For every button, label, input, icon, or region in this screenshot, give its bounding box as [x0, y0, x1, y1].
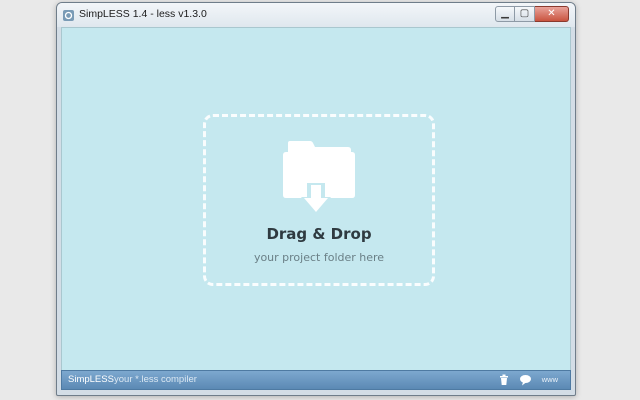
close-icon: ✕ — [547, 8, 556, 19]
status-app-name: SimpLESS — [68, 374, 114, 385]
status-bar: SimpLESS your *.less compiler www — [61, 370, 571, 390]
app-logo-icon — [63, 10, 74, 21]
maximize-button[interactable]: ▢ — [515, 6, 535, 22]
trash-icon[interactable] — [499, 374, 509, 386]
window-controls: ▁ ▢ ✕ — [495, 6, 569, 23]
app-window: SimpLESS 1.4 - less v1.3.0 ▁ ▢ ✕ Drag & … — [56, 2, 576, 396]
main-content: Drag & Drop your project folder here — [61, 27, 571, 371]
maximize-icon: ▢ — [519, 8, 530, 19]
minimize-icon: ▁ — [501, 8, 509, 19]
window-title: SimpLESS 1.4 - less v1.3.0 — [79, 8, 207, 20]
title-bar[interactable]: SimpLESS 1.4 - less v1.3.0 ▁ ▢ ✕ — [57, 3, 575, 27]
drop-zone-subtitle: your project folder here — [253, 251, 385, 264]
drop-zone[interactable]: Drag & Drop your project folder here — [203, 114, 435, 286]
drop-zone-title: Drag & Drop — [266, 225, 372, 243]
www-icon[interactable]: www — [542, 374, 558, 386]
minimize-button[interactable]: ▁ — [495, 6, 515, 22]
status-icons: www — [499, 374, 558, 386]
status-description: your *.less compiler — [114, 374, 197, 385]
close-button[interactable]: ✕ — [535, 6, 569, 22]
folder-download-icon — [283, 141, 355, 215]
chat-bubble-icon[interactable] — [519, 374, 532, 386]
